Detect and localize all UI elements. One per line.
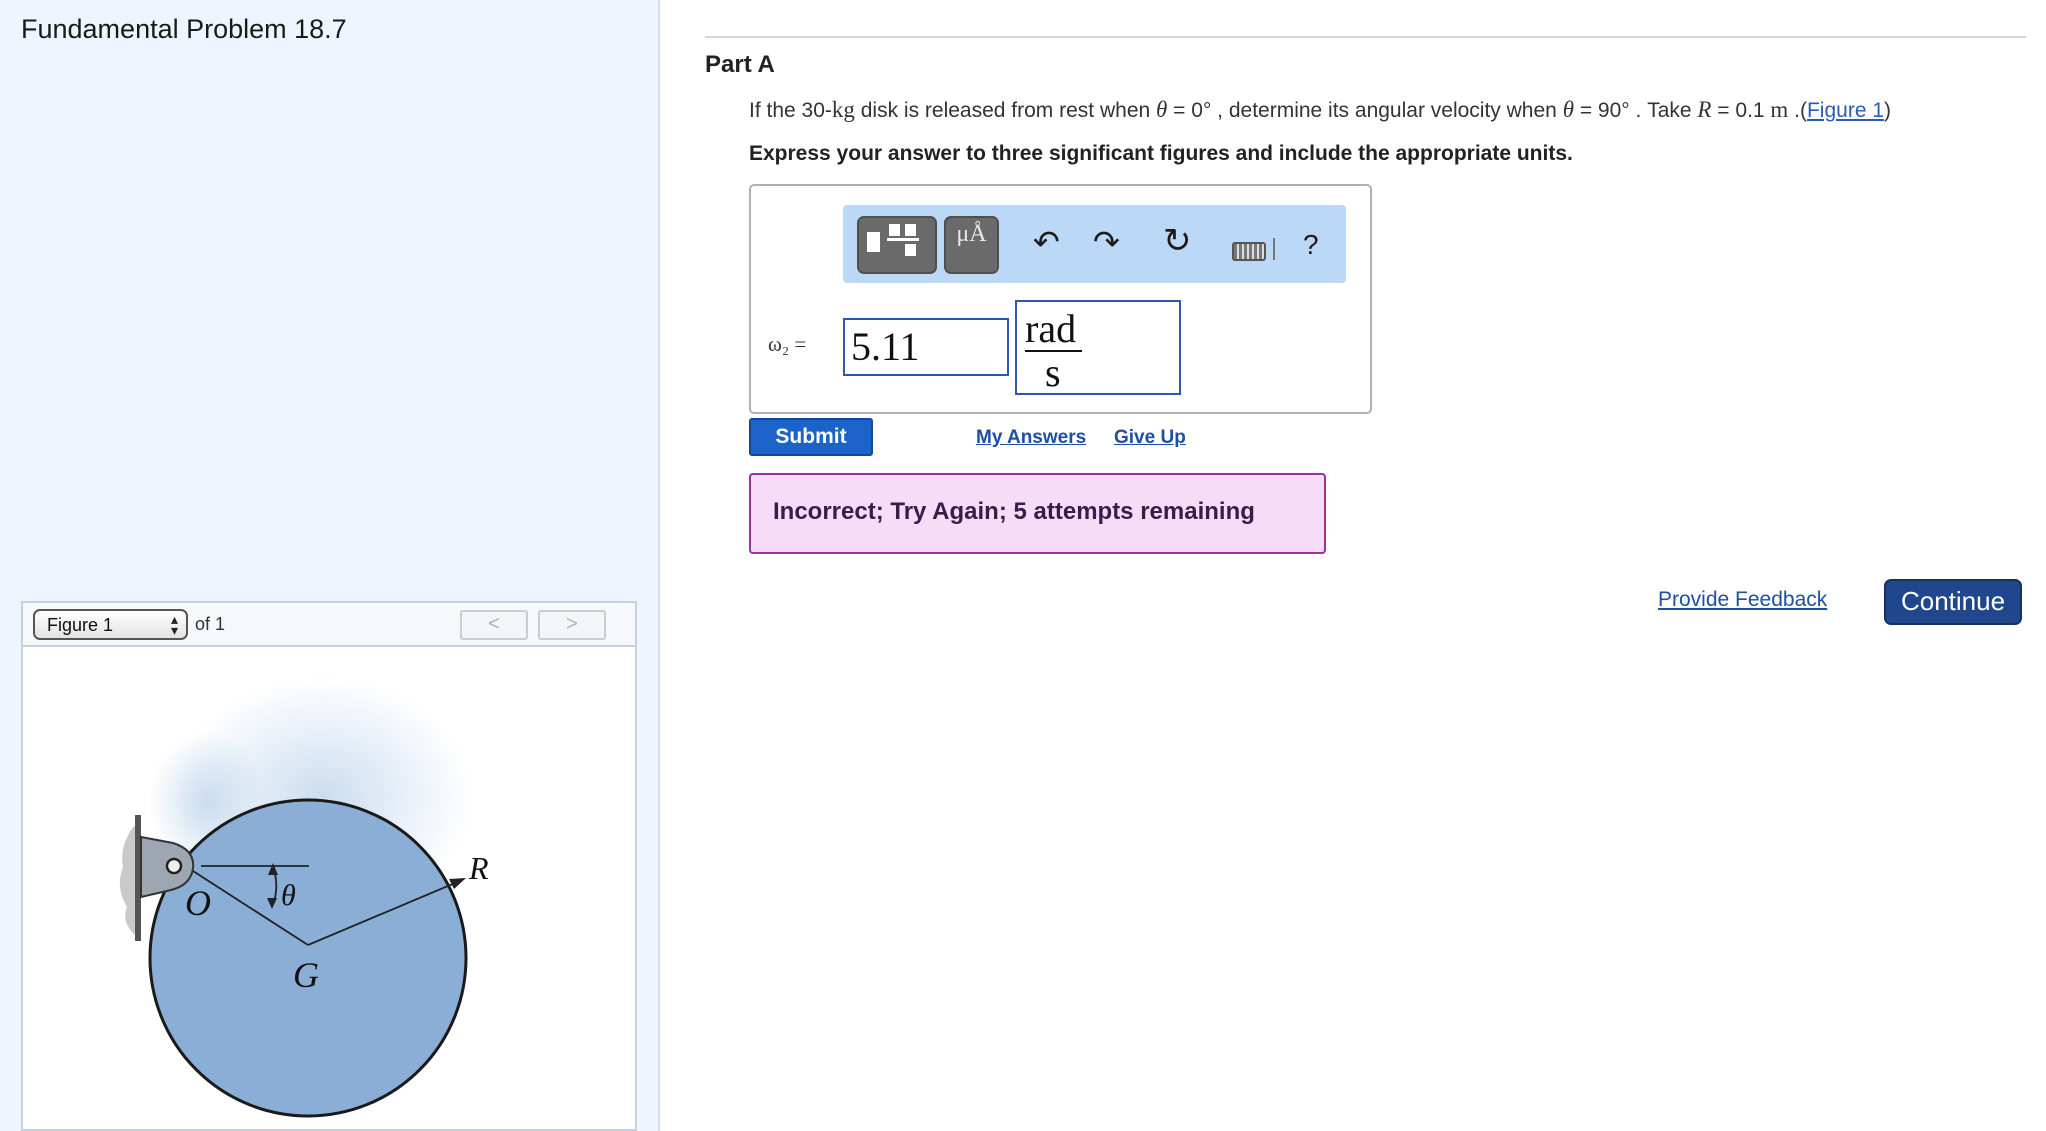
answer-units-input[interactable]: rad s [1015,300,1181,395]
unit-numerator: rad [1025,306,1077,351]
previous-figure-button[interactable]: < [460,610,528,640]
radius-arrowhead [449,878,466,889]
question-part: .( [1788,99,1807,122]
select-arrows-icon: ▴ ▾ [170,611,178,638]
question-part: ) [1884,99,1892,122]
pin [165,857,183,875]
theta-symbol: θ [1156,97,1168,122]
question-text: If the 30-kg disk is released from rest … [749,97,1891,123]
units-button[interactable]: μÅ [944,216,999,274]
label-r: R [468,850,489,886]
r-symbol: R [1697,97,1712,122]
theta-symbol: θ [1562,97,1574,122]
undo-icon[interactable]: ↶ [1033,223,1060,261]
figure-select[interactable]: Figure 1 ▴ ▾ [33,609,188,640]
submit-button[interactable]: Submit [749,418,873,456]
top-divider [705,36,2026,38]
label-theta: θ [281,879,296,912]
variable-label: ω₂ = [768,332,807,356]
problem-title: Fundamental Problem 18.7 [21,14,347,44]
disk-figure: O θ G R [119,677,489,1118]
question-part: = 0° , determine its angular velocity wh… [1167,99,1563,122]
question-part: = 90° . Take [1574,99,1698,122]
template-icon [867,224,919,256]
keyboard-icon[interactable] [1232,242,1266,261]
figure-link[interactable]: Figure 1 [1807,99,1884,122]
answer-value-input[interactable]: 5.11 [843,318,1009,376]
redo-icon[interactable]: ↷ [1093,223,1120,261]
instructions: Express your answer to three significant… [749,142,1573,165]
help-icon[interactable]: ? [1303,229,1319,261]
question-part: disk is released from rest when [854,99,1157,122]
question-part: If the 30- [749,99,832,122]
figure-select-value: Figure 1 [47,615,114,635]
question-part: = 0.1 [1711,99,1771,122]
answer-box: μÅ ↶ ↷ ↻ ? ω₂ = 5.11 rad s [749,184,1372,414]
next-figure-button[interactable]: > [538,610,606,640]
mass-unit: kg [831,97,855,122]
give-up-link[interactable]: Give Up [1114,427,1186,449]
feedback-message: Incorrect; Try Again; 5 attempts remaini… [749,473,1326,554]
unit-denominator: s [1045,350,1061,395]
provide-feedback-link[interactable]: Provide Feedback [1658,588,1827,612]
reset-icon[interactable]: ↻ [1163,221,1192,261]
math-toolbar: μÅ ↶ ↷ ↻ ? [843,205,1346,283]
part-title: Part A [705,51,775,78]
figure-count-label: of 1 [195,614,226,634]
templates-button[interactable] [857,216,937,274]
figure-toolbar: Figure 1 ▴ ▾ of 1 < > [23,603,635,647]
continue-button[interactable]: Continue [1884,579,2022,625]
left-panel: Fundamental Problem 18.7 Figure 1 ▴ ▾ of … [0,0,660,1131]
figure-viewer: Figure 1 ▴ ▾ of 1 < > O θ G R [21,601,637,1131]
my-answers-link[interactable]: My Answers [976,427,1086,449]
label-o: O [185,883,211,923]
toolbar-separator [1273,238,1275,260]
length-unit: m [1770,97,1789,122]
label-g: G [293,955,319,995]
